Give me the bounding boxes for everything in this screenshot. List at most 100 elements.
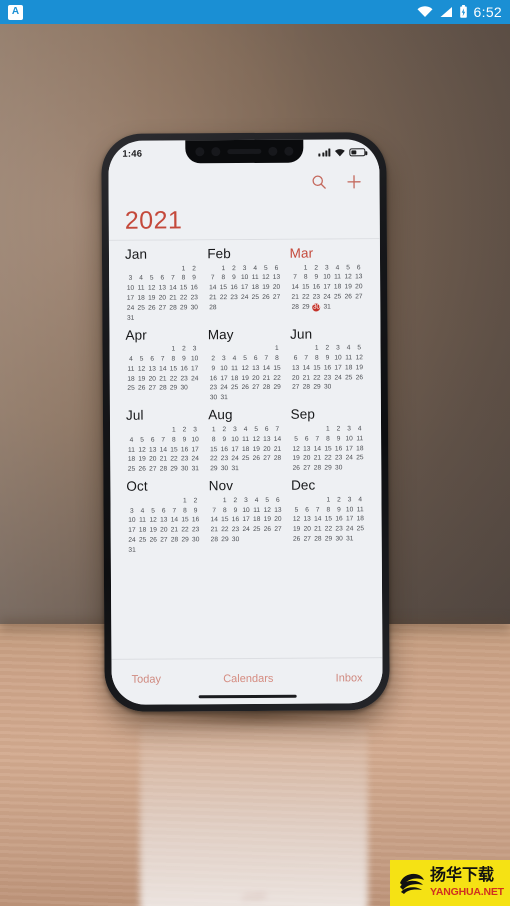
day-cell[interactable]: 20 (273, 516, 284, 526)
day-cell[interactable]: 21 (209, 526, 220, 536)
month-sep[interactable]: Sep 1 2 3 4 5 6 7 8 9 10 11 12 13 14 15 16 17 18 19 20 21 22 23… (287, 407, 370, 474)
day-cell[interactable]: 11 (251, 506, 262, 516)
day-cell[interactable]: 26 (262, 525, 273, 535)
day-cell[interactable]: 21 (313, 525, 324, 535)
day-cell[interactable]: 26 (291, 535, 302, 545)
day-cell[interactable]: 14 (261, 364, 272, 374)
day-cell[interactable]: 30 (334, 535, 345, 545)
day-cell[interactable]: 10 (190, 435, 201, 445)
day-cell[interactable]: 22 (312, 374, 323, 384)
day-cell[interactable]: 31 (127, 546, 138, 556)
day-cell[interactable]: 17 (125, 294, 136, 304)
day-cell[interactable]: 4 (229, 355, 240, 365)
day-cell[interactable]: 13 (147, 445, 158, 455)
day-cell[interactable]: 10 (344, 505, 355, 515)
day-cell[interactable]: 8 (208, 435, 219, 445)
day-cell[interactable]: 2 (179, 426, 190, 436)
day-cell[interactable]: 28 (168, 304, 179, 314)
day-cell[interactable]: 12 (136, 365, 147, 375)
day-cell[interactable]: 1 (168, 426, 179, 436)
day-cell[interactable]: 6 (158, 507, 169, 517)
day-cell[interactable]: 3 (344, 496, 355, 506)
day-cell[interactable]: 8 (180, 506, 191, 516)
day-cell[interactable]: 23 (333, 454, 344, 464)
day-cell[interactable]: 12 (146, 284, 157, 294)
day-cell[interactable]: 15 (220, 516, 231, 526)
day-cell[interactable]: 7 (169, 506, 180, 516)
day-cell[interactable]: 21 (158, 375, 169, 385)
day-cell[interactable]: 30 (219, 465, 230, 475)
day-cell[interactable]: 27 (302, 535, 313, 545)
day-cell[interactable]: 14 (169, 516, 180, 526)
day-cell[interactable]: 23 (190, 526, 201, 536)
day-cell[interactable]: 20 (147, 455, 158, 465)
day-cell[interactable]: 9 (334, 505, 345, 515)
day-cell[interactable]: 8 (272, 354, 283, 364)
day-cell[interactable]: 20 (147, 375, 158, 385)
day-cell[interactable]: 26 (251, 455, 262, 465)
day-cell[interactable]: 1 (180, 497, 191, 507)
day-cell[interactable]: 4 (250, 264, 261, 274)
day-cell[interactable]: 29 (169, 465, 180, 475)
home-indicator[interactable] (198, 694, 297, 699)
day-cell[interactable]: 23 (229, 293, 240, 303)
day-cell[interactable]: 29 (323, 464, 334, 474)
day-cell[interactable]: 20 (262, 445, 273, 455)
month-jun[interactable]: Jun 1 2 3 4 5 6 7 8 9 10 11 12 13 14 15 16 17 18 19 20 21 22 23… (286, 326, 369, 403)
day-cell[interactable]: 10 (127, 517, 138, 527)
day-cell[interactable]: 2 (179, 345, 190, 355)
day-cell[interactable]: 30 (322, 383, 333, 393)
day-cell[interactable]: 2 (322, 344, 333, 354)
day-cell[interactable]: 2 (208, 355, 219, 365)
day-cell[interactable]: 5 (240, 354, 251, 364)
day-cell[interactable]: 27 (251, 384, 262, 394)
day-cell[interactable]: 7 (290, 273, 301, 283)
day-cell[interactable]: 13 (158, 516, 169, 526)
day-cell[interactable]: 28 (313, 535, 324, 545)
day-cell[interactable]: 20 (157, 294, 168, 304)
day-cell[interactable]: 9 (208, 364, 219, 374)
day-cell[interactable]: 25 (355, 525, 366, 535)
day-cell[interactable]: 21 (290, 293, 301, 303)
day-cell[interactable]: 11 (240, 435, 251, 445)
day-cell[interactable]: 3 (344, 425, 355, 435)
day-cell[interactable]: 20 (354, 283, 365, 293)
day-cell[interactable]: 21 (208, 294, 219, 304)
day-cell[interactable]: 12 (251, 435, 262, 445)
day-cell[interactable]: 18 (126, 455, 137, 465)
day-cell[interactable]: 16 (179, 445, 190, 455)
day-cell[interactable]: 16 (190, 516, 201, 526)
day-cell[interactable]: 15 (323, 515, 334, 525)
day-cell[interactable]: 14 (272, 435, 283, 445)
day-cell[interactable]: 11 (136, 284, 147, 294)
day-cell[interactable]: 7 (312, 506, 323, 516)
day-cell[interactable]: 16 (230, 516, 241, 526)
day-cell[interactable]: 20 (302, 525, 313, 535)
day-cell[interactable]: 18 (136, 294, 147, 304)
day-cell[interactable]: 14 (168, 284, 179, 294)
day-cell[interactable]: 23 (219, 455, 230, 465)
day-cell[interactable]: 26 (136, 384, 147, 394)
day-cell[interactable]: 25 (251, 526, 262, 536)
day-cell[interactable]: 7 (209, 506, 220, 516)
day-cell[interactable]: 16 (322, 364, 333, 374)
day-cell[interactable]: 5 (343, 263, 354, 273)
day-cell[interactable]: 4 (136, 274, 147, 284)
day-cell[interactable]: 20 (158, 526, 169, 536)
day-cell[interactable]: 28 (301, 383, 312, 393)
day-cell[interactable]: 25 (126, 384, 137, 394)
day-cell[interactable]: 29 (323, 535, 334, 545)
day-cell[interactable]: 3 (333, 344, 344, 354)
day-cell[interactable]: 2 (311, 264, 322, 274)
day-cell[interactable]: 15 (312, 364, 323, 374)
day-cell[interactable]: 24 (127, 536, 138, 546)
day-cell[interactable]: 6 (157, 274, 168, 284)
day-cell[interactable]: 24 (322, 293, 333, 303)
day-cell[interactable]: 14 (312, 515, 323, 525)
day-cell[interactable]: 6 (353, 263, 364, 273)
day-cell[interactable]: 18 (354, 444, 365, 454)
day-cell[interactable]: 29 (272, 384, 283, 394)
day-cell[interactable]: 14 (312, 444, 323, 454)
day-cell[interactable]: 14 (158, 445, 169, 455)
day-cell[interactable]: 6 (301, 435, 312, 445)
